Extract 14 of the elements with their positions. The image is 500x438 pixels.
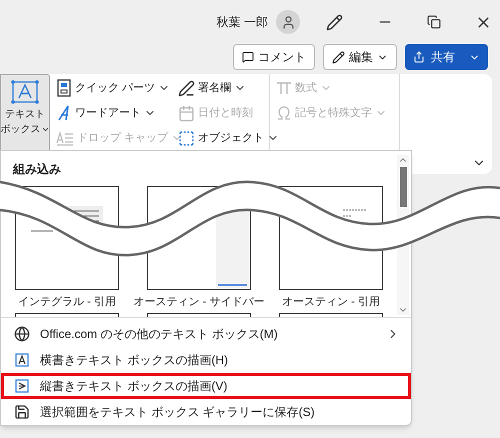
menu-item[interactable]: 選択範囲をテキスト ボックス ギャラリーに保存(S) (1, 399, 411, 425)
menu-item[interactable]: 横書きテキスト ボックスの描画(H) (1, 347, 411, 373)
gallery-label: オースティン - 引用 (282, 295, 380, 310)
comment-button[interactable]: コメント (233, 44, 315, 70)
user-name: 秋葉 一郎 (216, 14, 268, 31)
ribbon-button[interactable]: ワードアート (56, 102, 156, 124)
edit-button[interactable]: 編集 (323, 44, 397, 70)
ribbon-button[interactable]: クイック パーツ (56, 77, 170, 99)
gallery-label: インテグラル - 引用 (18, 295, 116, 310)
gallery-label: オースティン - サイドバー (134, 295, 264, 310)
share-button[interactable]: 共有 (405, 44, 488, 70)
menu-item[interactable]: 縦書きテキスト ボックスの描画(V) (1, 373, 411, 399)
ribbon-button[interactable]: 署名欄 (178, 77, 246, 99)
menu-item[interactable]: Office.com のその他のテキスト ボックス(M) (1, 321, 411, 347)
